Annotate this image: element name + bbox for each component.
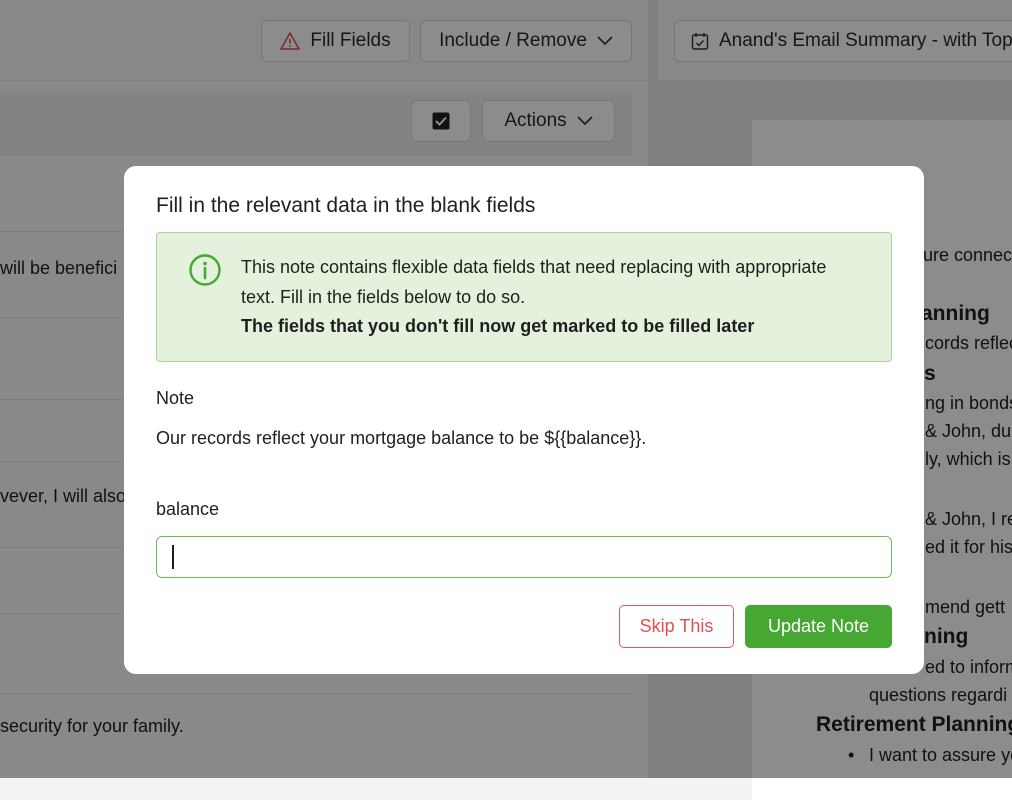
fill-fields-modal: Fill in the relevant data in the blank f…: [124, 166, 924, 674]
skip-this-button[interactable]: Skip This: [619, 605, 734, 648]
update-note-button[interactable]: Update Note: [745, 605, 892, 648]
info-banner: This note contains flexible data fields …: [156, 232, 892, 362]
text-caret: [172, 545, 174, 569]
info-text-line: This note contains flexible data fields …: [241, 257, 827, 277]
field-label-balance: balance: [156, 499, 220, 519]
info-circle-icon: [189, 254, 221, 286]
modal-title: Fill in the relevant data in the blank f…: [156, 194, 536, 217]
info-text-bold: The fields that you don't fill now get m…: [241, 316, 755, 336]
info-text-line: text. Fill in the fields below to do so.: [241, 287, 526, 307]
note-preview-text: Our records reflect your mortgage balanc…: [156, 428, 647, 448]
note-label: Note: [156, 388, 195, 408]
balance-input[interactable]: [156, 536, 892, 578]
